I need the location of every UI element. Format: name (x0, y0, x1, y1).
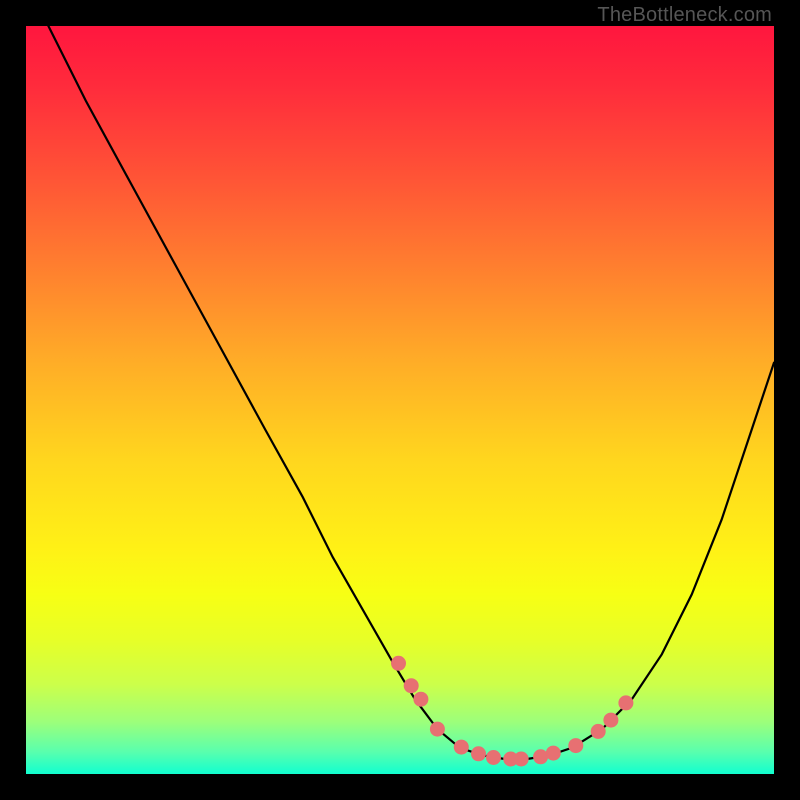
chart-stage: TheBottleneck.com (0, 0, 800, 800)
highlight-dot (591, 724, 606, 739)
highlight-dot (533, 749, 548, 764)
highlight-dot (430, 722, 445, 737)
bottleneck-curve (48, 26, 774, 759)
highlight-dot (413, 692, 428, 707)
highlight-dot (454, 740, 469, 755)
highlight-dot (404, 678, 419, 693)
highlight-dot (568, 738, 583, 753)
highlight-dot (618, 695, 633, 710)
highlight-dot (471, 746, 486, 761)
highlight-dot (546, 746, 561, 761)
highlight-dot (603, 713, 618, 728)
chart-svg (26, 26, 774, 774)
highlight-dot (391, 656, 406, 671)
attribution-text: TheBottleneck.com (597, 4, 772, 27)
highlight-dot (514, 752, 529, 767)
plot-area (26, 26, 774, 774)
highlight-dot (486, 750, 501, 765)
highlight-dots (391, 656, 633, 767)
